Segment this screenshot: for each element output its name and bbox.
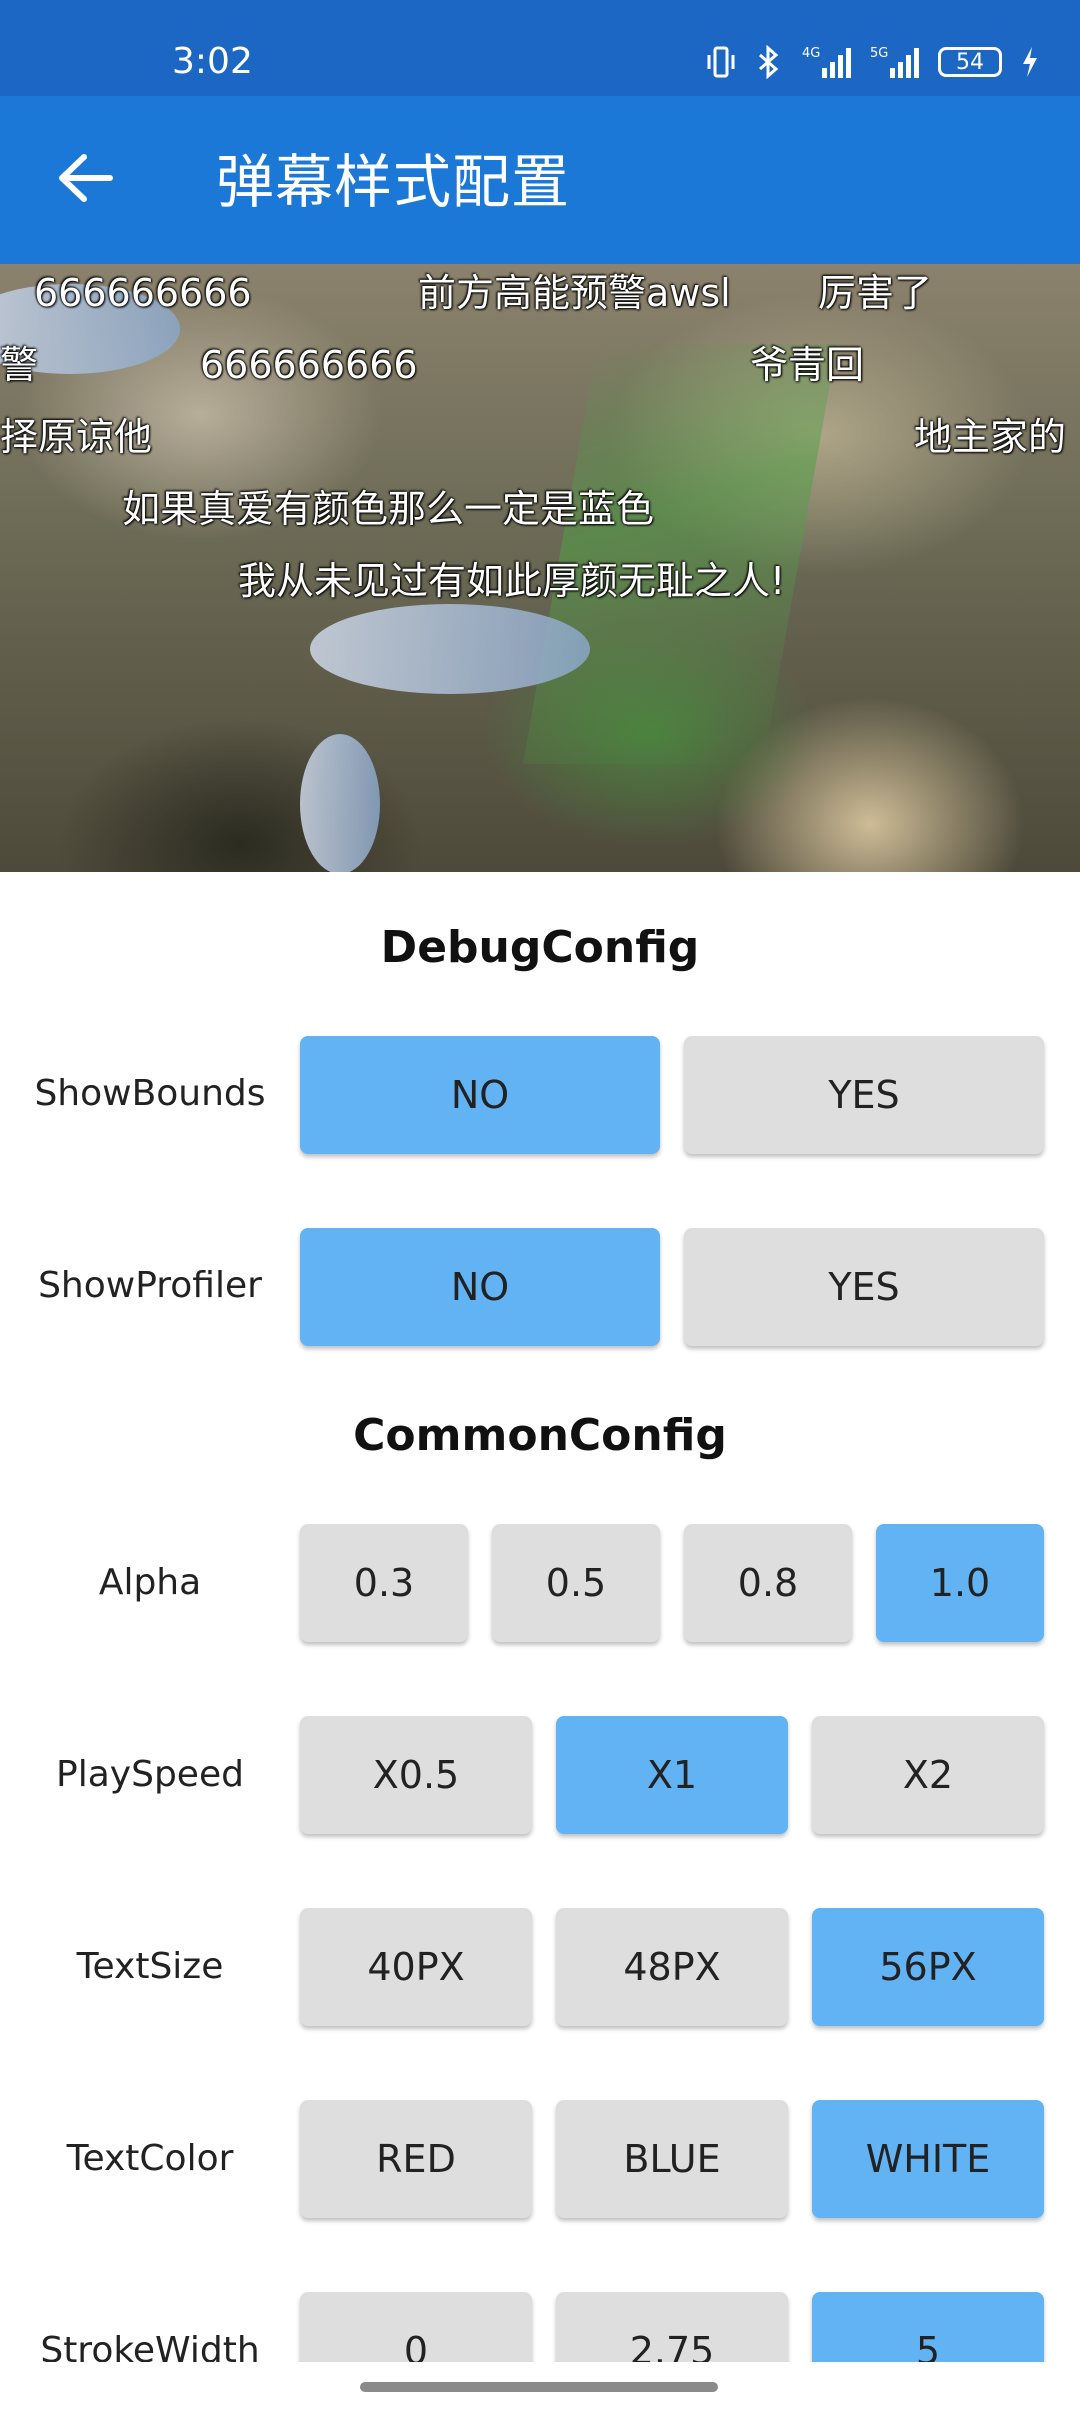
common-config-title: CommonConfig bbox=[353, 1410, 727, 1461]
danmaku-item: 前方高能预警awsl bbox=[418, 271, 731, 315]
signal-5g-icon: 5G bbox=[870, 44, 920, 80]
status-icons: 4G 5G 54 bbox=[706, 38, 1040, 86]
battery-icon: 54 bbox=[938, 47, 1002, 77]
showbounds-no-button[interactable]: NO bbox=[300, 1036, 660, 1154]
alpha-0.3-button[interactable]: 0.3 bbox=[300, 1524, 468, 1642]
alpha-1.0-button[interactable]: 1.0 bbox=[876, 1524, 1044, 1642]
row-label-showprofiler: ShowProfiler bbox=[38, 1265, 262, 1306]
svg-text:5G: 5G bbox=[870, 46, 888, 61]
status-bar: 3:02 4G 5G 54 bbox=[0, 0, 1080, 96]
strokewidth-5-button[interactable]: 5 bbox=[812, 2292, 1044, 2362]
row-label-textcolor: TextColor bbox=[66, 2138, 234, 2179]
bluetooth-icon bbox=[754, 45, 784, 79]
fish-image bbox=[310, 604, 590, 694]
textsize-56px-button[interactable]: 56PX bbox=[812, 1908, 1044, 2026]
row-label-strokewidth: StrokeWidth bbox=[40, 2330, 260, 2362]
row-label-showbounds: ShowBounds bbox=[34, 1073, 266, 1114]
showbounds-yes-button[interactable]: YES bbox=[684, 1036, 1044, 1154]
row-label-alpha: Alpha bbox=[98, 1562, 202, 1603]
charging-icon bbox=[1020, 45, 1040, 79]
status-time: 3:02 bbox=[172, 41, 253, 82]
danmaku-item: 666666666 bbox=[34, 271, 252, 315]
gesture-nav-bar[interactable] bbox=[360, 2382, 718, 2392]
textcolor-red-button[interactable]: RED bbox=[300, 2100, 532, 2218]
danmaku-item: 我从未见过有如此厚颜无耻之人! bbox=[238, 559, 786, 603]
background-grass bbox=[522, 344, 838, 764]
textsize-40px-button[interactable]: 40PX bbox=[300, 1908, 532, 2026]
arrow-left-icon bbox=[58, 153, 114, 207]
showprofiler-yes-button[interactable]: YES bbox=[684, 1228, 1044, 1346]
danmaku-item: 地主家的 bbox=[914, 415, 1067, 459]
strokewidth-0-button[interactable]: 0 bbox=[300, 2292, 532, 2362]
app-bar: 弹幕样式配置 bbox=[0, 96, 1080, 264]
textsize-48px-button[interactable]: 48PX bbox=[556, 1908, 788, 2026]
signal-4g-icon: 4G bbox=[802, 44, 852, 80]
textcolor-white-button[interactable]: WHITE bbox=[812, 2100, 1044, 2218]
danmaku-item: 厉害了 bbox=[818, 271, 933, 315]
row-label-textsize: TextSize bbox=[76, 1946, 224, 1987]
alpha-0.8-button[interactable]: 0.8 bbox=[684, 1524, 852, 1642]
debug-config-title: DebugConfig bbox=[380, 922, 700, 973]
back-button[interactable] bbox=[48, 142, 124, 218]
strokewidth-2.75-button[interactable]: 2.75 bbox=[556, 2292, 788, 2362]
row-label-playspeed: PlaySpeed bbox=[56, 1754, 244, 1795]
danmaku-video-view[interactable]: 666666666 前方高能预警awsl 厉害了 警 666666666 爷青回… bbox=[0, 264, 1080, 872]
danmaku-item: 如果真爱有颜色那么一定是蓝色 bbox=[122, 487, 655, 531]
page-title: 弹幕样式配置 bbox=[216, 148, 571, 216]
danmaku-item: 警 bbox=[0, 343, 39, 387]
settings-panel: DebugConfig ShowBounds NO YES ShowProfil… bbox=[0, 872, 1080, 2362]
fish-image bbox=[300, 734, 380, 872]
danmaku-item: 择原谅他 bbox=[0, 415, 153, 459]
showprofiler-no-button[interactable]: NO bbox=[300, 1228, 660, 1346]
playspeed-x2-button[interactable]: X2 bbox=[812, 1716, 1044, 1834]
playspeed-x0.5-button[interactable]: X0.5 bbox=[300, 1716, 532, 1834]
vibrate-icon bbox=[706, 45, 736, 79]
alpha-0.5-button[interactable]: 0.5 bbox=[492, 1524, 660, 1642]
textcolor-blue-button[interactable]: BLUE bbox=[556, 2100, 788, 2218]
playspeed-x1-button[interactable]: X1 bbox=[556, 1716, 788, 1834]
danmaku-item: 爷青回 bbox=[750, 343, 865, 387]
svg-text:4G: 4G bbox=[802, 46, 820, 61]
danmaku-item: 666666666 bbox=[200, 343, 418, 387]
